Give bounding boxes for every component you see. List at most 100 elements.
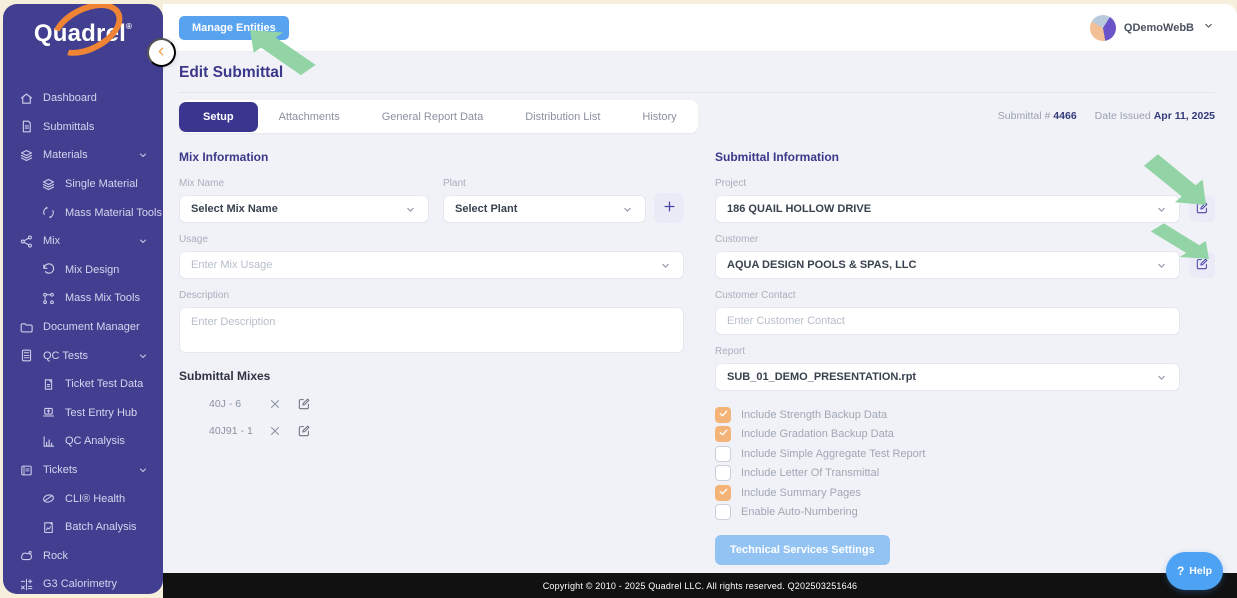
doc-chart-icon bbox=[41, 520, 56, 535]
chevron-down-icon bbox=[137, 235, 149, 247]
remove-mix-icon[interactable] bbox=[268, 424, 282, 438]
edit-project-button[interactable] bbox=[1189, 196, 1215, 222]
layers-icon bbox=[41, 177, 56, 192]
usage-label: Usage bbox=[179, 234, 208, 245]
checkbox-checked[interactable] bbox=[715, 406, 731, 424]
edit-customer-button[interactable] bbox=[1189, 252, 1215, 278]
checkbox-row: Include Letter Of Transmittal bbox=[715, 464, 1215, 484]
sidebar-item-single-material[interactable]: Single Material bbox=[3, 170, 163, 199]
technical-services-settings-button[interactable]: Technical Services Settings bbox=[715, 535, 890, 565]
edit-mix-icon[interactable] bbox=[297, 397, 311, 411]
sidebar-item-mix[interactable]: Mix bbox=[3, 227, 163, 256]
molecule-icon bbox=[19, 234, 34, 249]
edit-mix-icon[interactable] bbox=[297, 424, 311, 438]
user-name: QDemoWebB bbox=[1123, 21, 1194, 34]
tab-history[interactable]: History bbox=[621, 102, 697, 132]
top-bar: Manage Entities QDemoWebB bbox=[163, 4, 1237, 52]
customer-contact-label: Customer Contact bbox=[715, 290, 796, 301]
submittal-meta: Submittal #4466 Date Issued Apr 11, 2025 bbox=[997, 110, 1215, 122]
tab-general-report-data[interactable]: General Report Data bbox=[361, 102, 505, 132]
sidebar-item-qc-analysis[interactable]: QC Analysis bbox=[3, 427, 163, 456]
laptop-upload-icon bbox=[41, 405, 56, 420]
sidebar-item-mass-material-tools[interactable]: Mass Material Tools bbox=[3, 198, 163, 227]
sidebar-item-rock[interactable]: Rock bbox=[3, 542, 163, 571]
sidebar-item-qc-tests[interactable]: QC Tests bbox=[3, 341, 163, 370]
plant-label: Plant bbox=[443, 178, 466, 189]
remove-mix-icon[interactable] bbox=[268, 397, 282, 411]
plus-icon bbox=[662, 199, 677, 217]
sidebar-collapse-button[interactable] bbox=[147, 38, 176, 67]
add-plant-button[interactable] bbox=[654, 193, 684, 223]
date-issued: Apr 11, 2025 bbox=[1153, 110, 1215, 122]
section-heading: Mix Information bbox=[179, 150, 269, 164]
quadrel-logo: Quadrel® bbox=[3, 4, 163, 76]
avatar bbox=[1089, 14, 1116, 41]
sidebar-item-mass-mix-tools[interactable]: Mass Mix Tools bbox=[3, 284, 163, 313]
checkbox-row: Include Summary Pages bbox=[715, 483, 1215, 503]
report-label: Report bbox=[715, 346, 746, 357]
tab-attachments[interactable]: Attachments bbox=[258, 102, 361, 132]
chevron-down-icon bbox=[1155, 203, 1168, 216]
sidebar-item-ticket-test-data[interactable]: Ticket Test Data bbox=[3, 370, 163, 399]
question-mark-icon: ? bbox=[1176, 564, 1185, 578]
report-options: Include Strength Backup Data Include Gra… bbox=[715, 405, 1215, 522]
project-select[interactable]: 186 QUAIL HOLLOW DRIVE bbox=[715, 195, 1180, 223]
nodes-icon bbox=[41, 291, 56, 306]
checkbox-checked[interactable] bbox=[715, 484, 731, 501]
sidebar-item-g3-calorimetry[interactable]: G3 Calorimetry bbox=[3, 570, 163, 594]
sidebar-item-batch-analysis[interactable]: Batch Analysis bbox=[3, 513, 163, 542]
sidebar-item-mix-design[interactable]: Mix Design bbox=[3, 256, 163, 285]
sidebar-item-materials[interactable]: Materials bbox=[3, 141, 163, 170]
report-select[interactable]: SUB_01_DEMO_PRESENTATION.rpt bbox=[715, 363, 1180, 391]
calculator-icon bbox=[19, 348, 34, 363]
checkbox-unchecked[interactable] bbox=[715, 504, 731, 521]
description-label: Description bbox=[179, 290, 230, 301]
description-textarea[interactable]: Enter Description bbox=[179, 307, 684, 353]
tab-bar: Setup Attachments General Report Data Di… bbox=[179, 100, 698, 133]
sidebar-item-submittals[interactable]: Submittals bbox=[3, 113, 163, 142]
sidebar-item-cli-health[interactable]: CLI® Health bbox=[3, 484, 163, 513]
check-icon bbox=[718, 406, 729, 424]
user-menu[interactable]: QDemoWebB bbox=[1089, 14, 1215, 41]
home-icon bbox=[19, 91, 34, 106]
edit-icon bbox=[1195, 201, 1209, 218]
plant-select[interactable]: Select Plant bbox=[443, 195, 646, 223]
sidebar-item-document-manager[interactable]: Document Manager bbox=[3, 313, 163, 342]
copyright-text: Copyright © 2010 - 2025 Quadrel LLC. All… bbox=[542, 580, 858, 591]
edit-icon bbox=[1195, 257, 1209, 274]
checkbox-unchecked[interactable] bbox=[715, 465, 731, 482]
check-icon bbox=[718, 425, 729, 443]
chevron-down-icon bbox=[1155, 259, 1168, 272]
checkbox-checked[interactable] bbox=[715, 425, 731, 443]
divider bbox=[179, 92, 1215, 93]
mix-name: 40J - 6 bbox=[209, 398, 242, 410]
customer-select[interactable]: AQUA DESIGN POOLS & SPAS, LLC bbox=[715, 251, 1180, 279]
refresh-icon bbox=[41, 262, 56, 277]
mix-name: 40J91 - 1 bbox=[209, 425, 253, 437]
submittal-number: 4466 bbox=[1053, 110, 1077, 122]
chevron-down-icon bbox=[1155, 371, 1168, 384]
content-area: Edit Submittal Setup Attachments General… bbox=[163, 52, 1237, 573]
checkbox-unchecked[interactable] bbox=[715, 445, 731, 462]
checkbox-row: Include Simple Aggregate Test Report bbox=[715, 444, 1215, 464]
tab-setup[interactable]: Setup bbox=[179, 101, 258, 132]
help-button[interactable]: ? Help bbox=[1166, 552, 1223, 590]
usage-select[interactable]: Enter Mix Usage bbox=[179, 251, 684, 279]
customer-label: Customer bbox=[715, 234, 759, 245]
rock-icon bbox=[19, 548, 34, 563]
chevron-down-icon bbox=[137, 464, 149, 476]
customer-contact-input[interactable]: Enter Customer Contact bbox=[715, 307, 1180, 335]
manage-entities-button[interactable]: Manage Entities bbox=[179, 15, 289, 40]
mix-name-select[interactable]: Select Mix Name bbox=[179, 195, 429, 223]
footer: Copyright © 2010 - 2025 Quadrel LLC. All… bbox=[163, 573, 1237, 598]
health-pulse-icon bbox=[41, 491, 56, 506]
tab-distribution-list[interactable]: Distribution List bbox=[504, 102, 621, 132]
sidebar-item-dashboard[interactable]: Dashboard bbox=[3, 84, 163, 113]
submittal-mix-row: 40J91 - 1 bbox=[179, 424, 684, 438]
sidebar-item-test-entry-hub[interactable]: Test Entry Hub bbox=[3, 399, 163, 428]
chevron-down-icon bbox=[137, 149, 149, 161]
bar-chart-icon bbox=[41, 434, 56, 449]
section-heading: Submittal Information bbox=[715, 150, 839, 164]
checkbox-row: Enable Auto-Numbering bbox=[715, 503, 1215, 523]
sidebar-item-tickets[interactable]: Tickets bbox=[3, 456, 163, 485]
